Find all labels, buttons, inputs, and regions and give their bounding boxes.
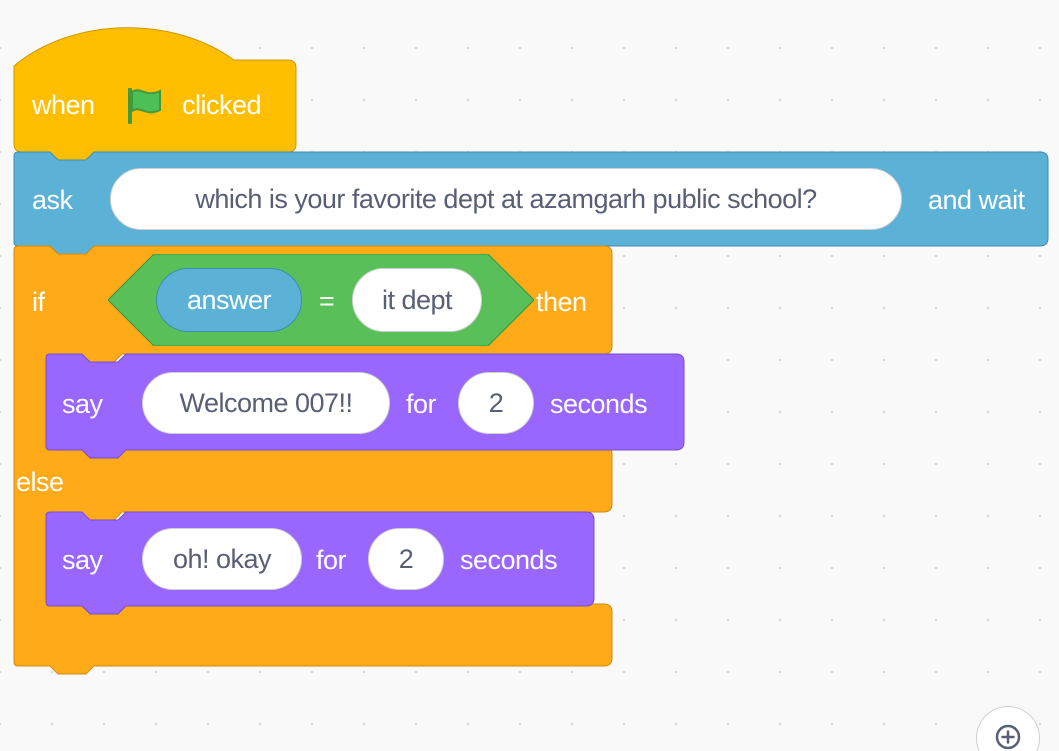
say-message-input[interactable]: oh! okay	[142, 528, 302, 590]
seconds-input[interactable]: 2	[368, 528, 444, 590]
say-for-seconds-block-else[interactable]: say oh! okay for 2 seconds	[45, 511, 595, 624]
clicked-label: clicked	[182, 90, 262, 120]
else-label: else	[16, 467, 64, 497]
when-label: when	[32, 90, 95, 120]
green-flag-icon	[124, 86, 164, 126]
answer-reporter[interactable]: answer	[156, 268, 302, 332]
and-wait-label: and wait	[928, 185, 1025, 215]
seconds-label: seconds	[550, 389, 648, 419]
if-label: if	[32, 287, 45, 317]
zoom-in-icon	[994, 723, 1022, 751]
seconds-label: seconds	[460, 545, 558, 575]
for-label: for	[406, 389, 437, 419]
equals-operator: =	[319, 286, 335, 316]
zoom-in-button[interactable]	[976, 706, 1040, 751]
say-label: say	[62, 389, 103, 419]
then-label: then	[536, 287, 587, 317]
say-for-seconds-block-then[interactable]: say Welcome 007!! for 2 seconds	[45, 353, 685, 466]
seconds-input[interactable]: 2	[458, 372, 534, 434]
compare-value-input[interactable]: it dept	[352, 268, 482, 332]
when-flag-clicked-block[interactable]: when clicked	[13, 26, 297, 166]
equals-condition[interactable]: answer = it dept	[108, 254, 534, 346]
question-input[interactable]: which is your favorite dept at azamgarh …	[110, 168, 902, 230]
code-workspace[interactable]: when clicked ask which is your favorite …	[0, 0, 1059, 751]
say-label: say	[62, 545, 103, 575]
for-label: for	[316, 545, 347, 575]
ask-label: ask	[32, 185, 73, 215]
say-message-input[interactable]: Welcome 007!!	[142, 372, 390, 434]
